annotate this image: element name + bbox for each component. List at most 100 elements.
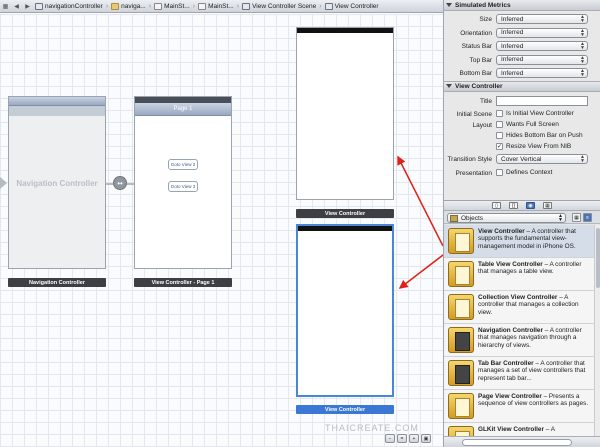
navigation-controller-title: Navigation Controller [16, 179, 98, 188]
disclosure-triangle-icon[interactable] [446, 3, 452, 7]
navigation-controller-icon [448, 327, 474, 353]
view-controller-label-top[interactable]: View Controller [296, 209, 394, 218]
simulated-metrics-header[interactable]: Simulated Metrics [444, 0, 600, 11]
object-library: ▯ {} ◉ ▦ Objects ▲ ▼ ▦ ≡ View Controller –… [443, 200, 600, 447]
red-arrow-bottom [398, 254, 443, 289]
library-tabs: ▯ {} ◉ ▦ [444, 201, 600, 211]
page1-navbar: Page 1 [135, 103, 231, 116]
forward-arrow-icon[interactable]: ▶ [22, 1, 33, 12]
is-initial-checkbox[interactable]: Is Initial View Controller [496, 110, 574, 117]
library-item-tab-bar-controller[interactable]: Tab Bar Controller – A controller that m… [444, 357, 594, 390]
hides-bottom-bar-row: Hides Bottom Bar on Push [444, 130, 600, 141]
top-bar-select[interactable]: Inferred ▲ ▼ [496, 54, 588, 65]
popup-arrows-icon: ▲ ▼ [580, 41, 585, 51]
back-arrow-icon[interactable]: ◀ [11, 1, 22, 12]
status-bar-select[interactable]: Inferred ▲ ▼ [496, 41, 588, 51]
breadcrumb-project[interactable]: navigationController [33, 2, 105, 10]
library-item-table-view-controller[interactable]: Table View Controller – A controller tha… [444, 258, 594, 291]
watermark: THAICREATE.COM [325, 423, 419, 433]
library-filter-bar [444, 436, 600, 447]
popup-arrows-icon: ▲ ▼ [580, 27, 585, 38]
resize-view-checkbox[interactable]: ✓ Resize View From NIB [496, 143, 571, 150]
resize-view-row: ✓ Resize View From NIB [444, 141, 600, 153]
library-toolbar: Objects ▲ ▼ ▦ ≡ [444, 211, 600, 224]
zoom-out-icon[interactable]: − [385, 434, 395, 443]
view-controller-screen-bottom[interactable] [296, 224, 394, 397]
bottom-bar-select[interactable]: Inferred ▲ ▼ [496, 68, 588, 78]
library-scrollbar[interactable] [594, 225, 600, 437]
breadcrumb-storyboard[interactable]: MainSt... [152, 2, 192, 10]
list-view-button[interactable]: ≡ [583, 213, 592, 222]
entry-arrow-icon [0, 177, 7, 189]
library-list: View Controller – A controller that supp… [444, 225, 594, 437]
object-library-tab-icon[interactable]: ◉ [526, 202, 535, 209]
popup-arrows-icon: ▲ ▼ [580, 54, 585, 65]
tab-bar-controller-icon [448, 360, 474, 386]
zoom-fit-icon[interactable]: = [397, 434, 407, 443]
page1-label[interactable]: View Controller - Page 1 [134, 278, 232, 287]
view-controller-label-bottom[interactable]: View Controller [296, 405, 394, 414]
transition-style-select[interactable]: Cover Vertical ▲ ▼ [496, 154, 588, 164]
page1-screen[interactable]: Page 1 Goto View 2 Goto View 3 [134, 96, 232, 269]
popup-arrows-icon: ▲ ▼ [580, 14, 585, 24]
initial-scene-row: Initial Scene Is Initial View Controller [456, 110, 574, 118]
objects-icon [450, 214, 458, 222]
size-select[interactable]: Inferred ▲ ▼ [496, 14, 588, 24]
library-item-collection-view-controller[interactable]: Collection View Controller – A controlle… [444, 291, 594, 324]
project-icon [35, 2, 43, 10]
library-item-navigation-controller[interactable]: Navigation Controller – A controller tha… [444, 324, 594, 357]
title-field[interactable] [496, 95, 588, 106]
transition-style-row: Transition Style Cover Vertical ▲ ▼ [444, 153, 600, 167]
size-row: Size Inferred ▲ ▼ [444, 13, 600, 27]
zoom-in-icon[interactable]: + [409, 434, 419, 443]
navigation-controller-screen[interactable]: Navigation Controller [8, 96, 106, 269]
related-files-icon[interactable]: ▦ [0, 1, 11, 12]
breadcrumb-group[interactable]: naviga... [109, 2, 148, 10]
segue-icon[interactable]: •• [113, 176, 127, 190]
navigation-controller-label[interactable]: Navigation Controller [8, 278, 106, 287]
presentation-row: Presentation Defines Context [455, 168, 553, 177]
view-controller-icon [324, 2, 333, 10]
media-library-tab-icon[interactable]: ▦ [543, 202, 552, 209]
scene-icon [242, 2, 251, 10]
objects-select[interactable]: Objects ▲ ▼ [447, 213, 566, 223]
goto-view-3-button[interactable]: Goto View 3 [168, 181, 198, 192]
defines-context-checkbox[interactable]: Defines Context [496, 168, 552, 176]
resolve-icon[interactable]: ▣ [421, 434, 431, 443]
popup-arrows-icon: ▲ ▼ [580, 68, 585, 78]
jump-bar: ▦ ◀ ▶ navigationController › naviga... ›… [0, 0, 443, 13]
goto-view-2-button[interactable]: Goto View 2 [168, 159, 198, 170]
top-bar-row: Top Bar Inferred ▲ ▼ [444, 54, 600, 68]
title-row: Title [444, 95, 600, 109]
wants-full-screen-checkbox[interactable]: Wants Full Screen [496, 121, 559, 128]
checkmark-icon: ✓ [496, 143, 503, 150]
scrollbar-thumb[interactable] [596, 228, 600, 288]
library-item-page-view-controller[interactable]: Page View Controller – Presents a sequen… [444, 390, 594, 423]
disclosure-triangle-icon[interactable] [446, 84, 452, 88]
bottom-bar-row: Bottom Bar Inferred ▲ ▼ [444, 67, 600, 81]
view-controller-header[interactable]: View Controller [444, 80, 600, 92]
storyboard-canvas[interactable]: Navigation Controller Navigation Control… [0, 14, 443, 447]
library-filter-field[interactable] [462, 439, 572, 446]
code-snippet-tab-icon[interactable]: {} [509, 202, 518, 209]
breadcrumb-view-controller[interactable]: View Controller [323, 2, 381, 10]
table-view-controller-icon [448, 261, 474, 287]
hides-bottom-bar-checkbox[interactable]: Hides Bottom Bar on Push [496, 132, 583, 139]
breadcrumb-storyboard-2[interactable]: MainSt... [196, 2, 236, 10]
library-item-glkit-view-controller[interactable]: GLKit View Controller – A [444, 423, 594, 437]
orientation-select[interactable]: Inferred ▲ ▼ [496, 27, 588, 38]
navigation-bar [9, 97, 105, 106]
icon-view-button[interactable]: ▦ [572, 213, 581, 222]
page-view-controller-icon [448, 393, 474, 419]
file-template-tab-icon[interactable]: ▯ [492, 202, 501, 209]
popup-arrows-icon: ▲ ▼ [558, 213, 563, 223]
collection-view-controller-icon [448, 294, 474, 320]
library-item-view-controller[interactable]: View Controller – A controller that supp… [444, 225, 594, 258]
canvas-controls: − = + ▣ [385, 434, 431, 443]
status-bar [297, 28, 393, 33]
popup-arrows-icon: ▲ ▼ [580, 154, 585, 164]
breadcrumb-scene[interactable]: View Controller Scene [240, 2, 318, 10]
status-bar [298, 226, 392, 231]
view-controller-screen-top[interactable] [296, 27, 394, 200]
view-controller-icon [448, 228, 474, 254]
